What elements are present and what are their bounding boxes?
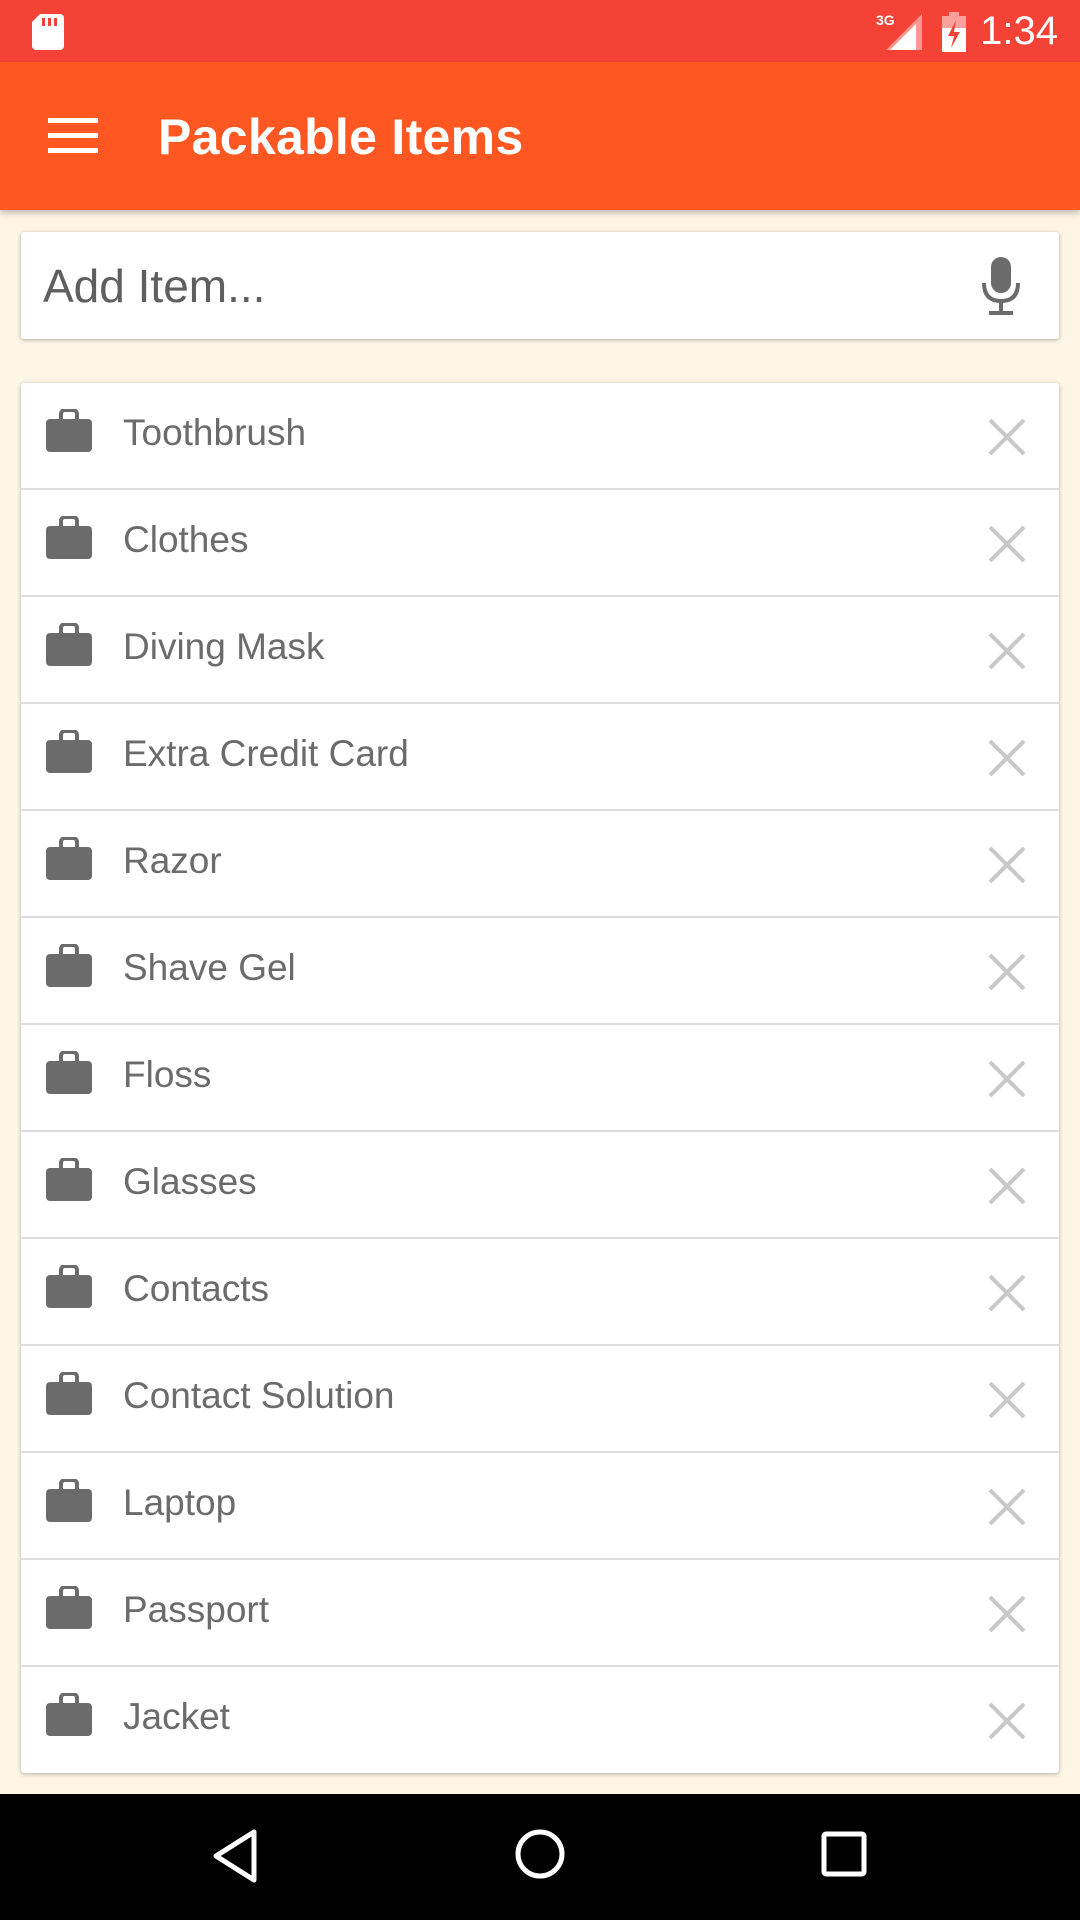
delete-item-icon[interactable]: [987, 1166, 1027, 1206]
briefcase-icon: [46, 623, 92, 666]
page-title: Packable Items: [158, 109, 524, 165]
battery-charging-icon: [942, 12, 966, 52]
list-item[interactable]: Jacket: [21, 1667, 1059, 1773]
briefcase-icon: [46, 1693, 92, 1736]
list-item[interactable]: Contact Solution: [21, 1346, 1059, 1453]
list-item[interactable]: Extra Credit Card: [21, 704, 1059, 811]
delete-item-icon[interactable]: [987, 738, 1027, 778]
hamburger-menu-icon[interactable]: [48, 118, 100, 154]
list-item[interactable]: Contacts: [21, 1239, 1059, 1346]
briefcase-icon: [46, 1372, 92, 1415]
list-item-label: Clothes: [123, 519, 249, 560]
sd-card-icon: [32, 14, 64, 50]
list-item-label: Toothbrush: [123, 412, 307, 453]
briefcase-icon: [46, 837, 92, 880]
back-icon[interactable]: [210, 1828, 260, 1884]
briefcase-icon: [46, 944, 92, 987]
delete-item-icon[interactable]: [987, 1380, 1027, 1420]
list-item-label: Razor: [123, 840, 222, 881]
list-item[interactable]: Razor: [21, 811, 1059, 918]
recent-apps-icon[interactable]: [820, 1830, 868, 1878]
delete-item-icon[interactable]: [987, 417, 1027, 457]
list-item-label: Contact Solution: [123, 1375, 395, 1416]
list-item-label: Laptop: [123, 1482, 237, 1523]
delete-item-icon[interactable]: [987, 524, 1027, 564]
briefcase-icon: [46, 409, 92, 452]
delete-item-icon[interactable]: [987, 1701, 1027, 1741]
add-item-input[interactable]: [43, 232, 963, 339]
packable-items-list: Toothbrush Clothes Diving Mask Extra Credit…: [21, 383, 1059, 1773]
home-icon[interactable]: [513, 1827, 567, 1881]
briefcase-icon: [46, 1479, 92, 1522]
list-item-label: Contacts: [123, 1268, 270, 1309]
delete-item-icon[interactable]: [987, 1059, 1027, 1099]
list-item-label: Jacket: [123, 1696, 230, 1737]
delete-item-icon[interactable]: [987, 1487, 1027, 1527]
delete-item-icon[interactable]: [987, 631, 1027, 671]
list-item-label: Glasses: [123, 1161, 257, 1202]
list-item[interactable]: Shave Gel: [21, 918, 1059, 1025]
list-item-label: Diving Mask: [123, 626, 325, 667]
delete-item-icon[interactable]: [987, 952, 1027, 992]
briefcase-icon: [46, 516, 92, 559]
list-item[interactable]: Toothbrush: [21, 383, 1059, 490]
briefcase-icon: [46, 730, 92, 773]
delete-item-icon[interactable]: [987, 845, 1027, 885]
network-type-label: 3G: [876, 12, 895, 28]
list-item[interactable]: Glasses: [21, 1132, 1059, 1239]
list-item-label: Shave Gel: [123, 947, 296, 988]
status-time: 1:34: [980, 9, 1058, 53]
navigation-bar: [0, 1794, 1080, 1920]
list-item[interactable]: Diving Mask: [21, 597, 1059, 704]
list-item-label: Floss: [123, 1054, 212, 1095]
list-item[interactable]: Laptop: [21, 1453, 1059, 1560]
delete-item-icon[interactable]: [987, 1273, 1027, 1313]
briefcase-icon: [46, 1265, 92, 1308]
delete-item-icon[interactable]: [987, 1594, 1027, 1634]
add-item-card: [21, 232, 1059, 339]
list-item[interactable]: Passport: [21, 1560, 1059, 1667]
microphone-icon[interactable]: [981, 257, 1021, 317]
list-item-label: Extra Credit Card: [123, 733, 409, 774]
list-item[interactable]: Clothes: [21, 490, 1059, 597]
briefcase-icon: [46, 1158, 92, 1201]
signal-3g-icon: 3G: [876, 12, 922, 50]
list-item[interactable]: Floss: [21, 1025, 1059, 1132]
status-bar: 3G 1:34: [0, 0, 1080, 62]
briefcase-icon: [46, 1051, 92, 1094]
app-bar: Packable Items: [0, 62, 1080, 210]
list-item-label: Passport: [123, 1589, 270, 1630]
briefcase-icon: [46, 1586, 92, 1629]
